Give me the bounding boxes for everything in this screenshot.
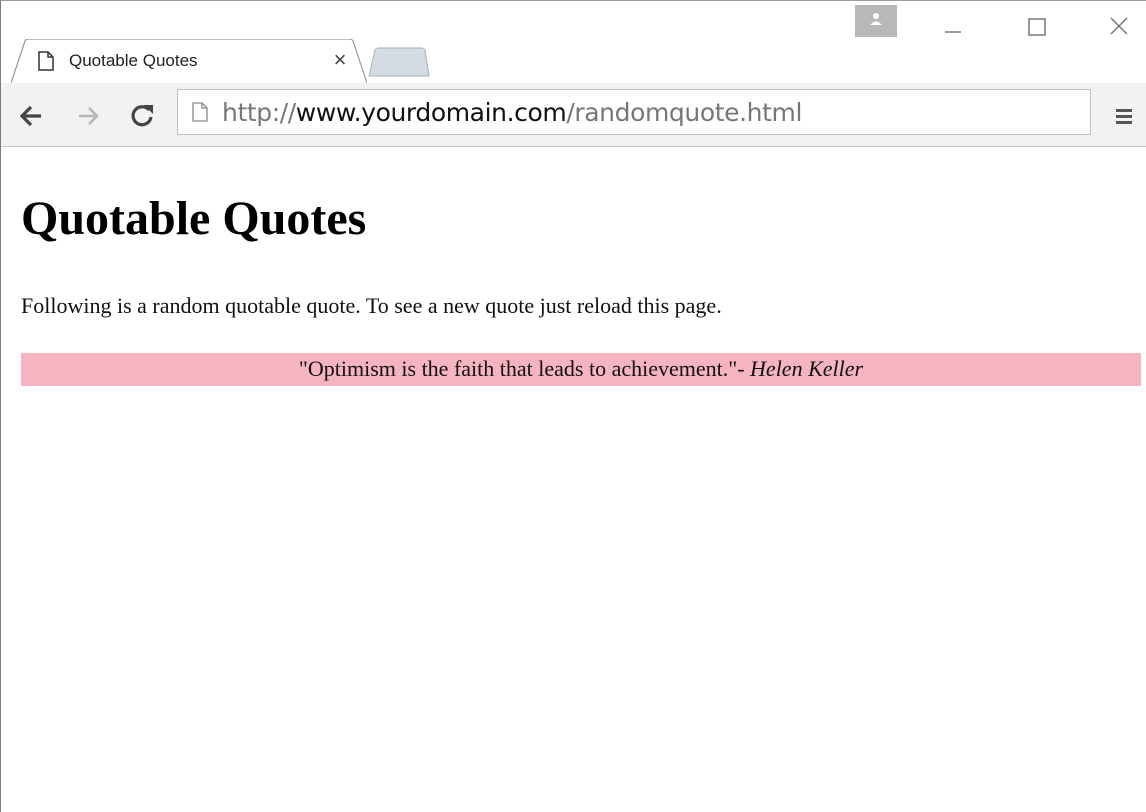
- new-tab-button[interactable]: [365, 47, 431, 77]
- reload-button[interactable]: [127, 101, 157, 131]
- url-path: /randomquote.html: [566, 98, 803, 127]
- hamburger-menu-icon: [1116, 109, 1132, 124]
- minimize-button[interactable]: [933, 9, 973, 39]
- window-close-button[interactable]: [1099, 9, 1139, 39]
- page-icon: [192, 102, 208, 122]
- address-bar[interactable]: http://www.yourdomain.com/randomquote.ht…: [177, 89, 1091, 135]
- quote-text: "Optimism is the faith that leads to ach…: [298, 356, 751, 381]
- tab-strip: Quotable Quotes ×: [1, 1, 1146, 83]
- page-title: Quotable Quotes: [21, 192, 367, 245]
- close-icon: [1110, 17, 1128, 35]
- url-host: www.yourdomain.com: [295, 98, 567, 127]
- document-icon: [38, 51, 54, 71]
- arrow-right-icon: [79, 107, 99, 125]
- intro-text: Following is a random quotable quote. To…: [21, 293, 722, 318]
- minimize-icon: [945, 31, 961, 33]
- url-text[interactable]: http://www.yourdomain.com/randomquote.ht…: [222, 98, 802, 127]
- maximize-button[interactable]: [1017, 9, 1057, 39]
- reload-icon: [131, 105, 153, 127]
- tab-close-icon[interactable]: ×: [329, 49, 351, 71]
- profile-button[interactable]: [855, 5, 897, 37]
- menu-button[interactable]: [1109, 101, 1139, 131]
- browser-window: Quotable Quotes × http://www.yourdomain.…: [0, 0, 1146, 812]
- page-content: Quotable Quotes Following is a random qu…: [1, 147, 1146, 812]
- tab-quotable-quotes[interactable]: Quotable Quotes ×: [11, 39, 367, 83]
- person-icon: [870, 13, 882, 25]
- quote-box: "Optimism is the faith that leads to ach…: [21, 353, 1141, 386]
- arrow-left-icon: [19, 105, 41, 127]
- url-scheme: http://: [222, 98, 296, 127]
- maximize-icon: [1028, 18, 1046, 36]
- browser-toolbar: http://www.yourdomain.com/randomquote.ht…: [1, 83, 1146, 147]
- forward-button[interactable]: [74, 101, 104, 131]
- quote-author: Helen Keller: [750, 356, 864, 381]
- back-button[interactable]: [17, 101, 47, 131]
- tab-title: Quotable Quotes: [69, 51, 198, 70]
